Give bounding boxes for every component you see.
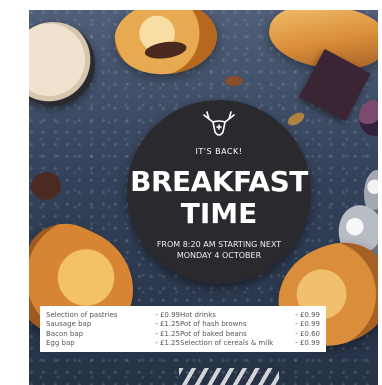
menu-item-name: Hot drinks bbox=[180, 311, 216, 319]
menu-item-price: - £1.25 bbox=[155, 320, 180, 329]
menu-item-price: - £0.99 bbox=[155, 311, 180, 319]
almond-image bbox=[225, 76, 243, 86]
list-item: Pot of hash browns - £0.99 bbox=[180, 320, 320, 329]
list-item: Pot of baked beans - £0.60 bbox=[180, 330, 320, 339]
list-item: Hot drinks - £0.99 bbox=[180, 311, 320, 320]
menu-item-name: Pot of hash browns bbox=[180, 320, 247, 329]
menu-item-name: Pot of baked beans bbox=[180, 329, 247, 338]
list-item: Selection of pastries - £0.99 bbox=[46, 311, 180, 320]
headline-time: TIME bbox=[180, 197, 258, 230]
coffee-bean-image bbox=[31, 172, 61, 200]
menu-item-name: Selection of cereals & milk bbox=[180, 339, 274, 348]
list-item: Selection of cereals & milk - £0.99 bbox=[180, 339, 320, 348]
menu-item-name: Sausage bap bbox=[46, 320, 92, 329]
menu-item-price: - £1.25 bbox=[155, 339, 180, 348]
list-item: Sausage bap - £1.25 bbox=[46, 320, 180, 329]
pain-au-chocolat-image bbox=[110, 10, 222, 81]
seed-image bbox=[285, 110, 307, 128]
berries-image bbox=[359, 100, 378, 136]
list-item: Egg bap - £1.25 bbox=[46, 339, 180, 348]
menu-item-price: - £1.25 bbox=[155, 329, 180, 338]
menu-item-price: - £0.99 bbox=[295, 320, 320, 329]
list-item: Bacon bap - £1.25 bbox=[46, 330, 180, 339]
stag-head-icon bbox=[203, 111, 235, 136]
start-date-text: MONDAY 4 OCTOBER bbox=[176, 251, 262, 260]
striped-cloth bbox=[179, 368, 279, 385]
headline-breakfast: BREAKFAST bbox=[130, 165, 308, 198]
menu-item-price: - £0.99 bbox=[295, 311, 320, 319]
its-back-label: IT'S BACK! bbox=[195, 147, 243, 156]
start-time-text: FROM 8:20 AM STARTING NEXT bbox=[156, 240, 282, 249]
menu-item-name: Egg bap bbox=[46, 339, 75, 348]
menu-item-name: Selection of pastries bbox=[46, 311, 118, 319]
menu-column-right: Hot drinks - £0.99 Pot of hash browns - … bbox=[180, 311, 320, 349]
headline-circle: IT'S BACK! BREAKFAST TIME FROM 8:20 AM S… bbox=[127, 100, 311, 284]
flour-bowl-image bbox=[29, 22, 95, 106]
menu-item-name: Bacon bap bbox=[46, 329, 84, 338]
menu-item-price: - £0.99 bbox=[295, 339, 320, 348]
menu-column-left: Selection of pastries - £0.99 Sausage ba… bbox=[46, 311, 180, 349]
menu-item-price: - £0.60 bbox=[295, 329, 320, 338]
menu-price-list: Selection of pastries - £0.99 Sausage ba… bbox=[40, 306, 326, 352]
